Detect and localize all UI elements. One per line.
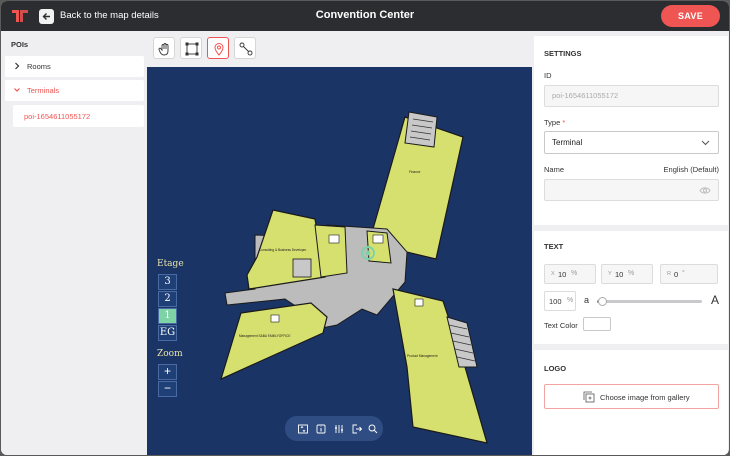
id-label: ID xyxy=(544,71,552,80)
text-title: TEXT xyxy=(544,242,564,251)
x-position-field[interactable]: X 10 % xyxy=(544,264,596,284)
sidebar-title: POIs xyxy=(11,40,29,49)
floor-button-2[interactable]: 2 xyxy=(158,291,177,307)
top-bar: Back to the map details Convention Cente… xyxy=(1,1,729,31)
floor-button-3[interactable]: 3 xyxy=(158,274,177,290)
zoom-out-button[interactable]: − xyxy=(158,381,177,397)
type-label: Type * xyxy=(544,118,566,127)
room-label: Management SABA FAMILYOFFICE xyxy=(239,334,291,338)
slider-thumb[interactable] xyxy=(598,297,607,306)
floor-plan-map[interactable]: Finance Consulting & Business Developm. … xyxy=(147,67,532,455)
page-title: Convention Center xyxy=(315,9,415,21)
name-label: Name xyxy=(544,165,565,174)
map-toolbar xyxy=(151,37,261,61)
area-tool-button[interactable] xyxy=(180,37,202,59)
big-a-label: A xyxy=(711,293,720,307)
type-select-value: Terminal xyxy=(552,138,583,147)
settings-title: SETTINGS xyxy=(544,49,582,58)
stair-core xyxy=(404,111,438,148)
route-icon xyxy=(239,42,253,56)
text-color-swatch[interactable] xyxy=(583,317,611,331)
id-field[interactable]: poi-1654611055172 xyxy=(544,85,719,107)
poi-sidebar: POIs Rooms Terminals poi-1654611055172 xyxy=(1,31,147,455)
settings-card: SETTINGS ID poi-1654611055172 Type * Ter… xyxy=(534,36,728,225)
hand-icon xyxy=(158,43,169,56)
zoom-in-button[interactable]: + xyxy=(158,364,177,380)
save-button[interactable]: SAVE xyxy=(661,5,720,27)
floor-button-1[interactable]: 1 xyxy=(158,308,177,324)
text-card: TEXT X 10 % Y 10 % R 0 ° 100 % a A Text … xyxy=(534,231,728,344)
pin-icon xyxy=(214,43,224,56)
floor-button-eg[interactable]: EG xyxy=(158,325,177,341)
select-area-icon xyxy=(185,42,199,56)
zoom-title: Zoom xyxy=(157,349,183,359)
poi-item-label: poi-1654611055172 xyxy=(24,112,91,121)
poi-group-terminals[interactable]: Terminals xyxy=(5,80,144,101)
restroom-icon[interactable] xyxy=(333,422,345,434)
room-center-a xyxy=(314,224,348,278)
pin-tool-button[interactable] xyxy=(207,37,229,59)
small-a-label: a xyxy=(584,295,590,305)
logo-title: LOGO xyxy=(544,364,567,373)
room-marketing xyxy=(220,302,328,381)
chevron-down-icon xyxy=(14,88,20,92)
route-tool-button[interactable] xyxy=(234,37,256,59)
chevron-right-icon xyxy=(15,62,20,70)
text-size-field[interactable]: 100 % xyxy=(544,291,576,311)
y-position-field[interactable]: Y 10 % xyxy=(601,264,653,284)
elevator-icon[interactable] xyxy=(297,422,309,434)
logo-card: LOGO Choose image from gallery xyxy=(534,350,728,455)
text-color-label: Text Color xyxy=(544,321,578,330)
room-label: Product Management xyxy=(407,354,438,358)
map-bottom-bar xyxy=(285,416,383,441)
choose-image-label: Choose image from gallery xyxy=(600,393,690,402)
room-label: Finance xyxy=(409,170,421,174)
search-icon[interactable] xyxy=(367,422,379,434)
rotation-field[interactable]: R 0 ° xyxy=(660,264,718,284)
name-field[interactable] xyxy=(544,179,719,201)
type-select[interactable]: Terminal xyxy=(544,131,719,154)
app-window: Back to the map details Convention Cente… xyxy=(1,1,729,455)
poi-list-item[interactable]: poi-1654611055172 xyxy=(13,105,144,127)
exit-icon[interactable] xyxy=(351,422,363,434)
choose-image-button[interactable]: Choose image from gallery xyxy=(544,384,719,409)
eye-icon[interactable] xyxy=(699,186,711,195)
info-icon[interactable] xyxy=(315,422,327,434)
poi-group-label: Rooms xyxy=(27,62,51,71)
chevron-down-icon xyxy=(701,140,710,146)
floor-plan: Finance Consulting & Business Developm. … xyxy=(220,111,488,444)
name-language[interactable]: English (Default) xyxy=(664,165,719,174)
floor-selector-title: Etage xyxy=(157,259,184,269)
poi-group-label: Terminals xyxy=(27,86,60,95)
room-label: Consulting & Business Developm. xyxy=(259,248,307,252)
poi-group-rooms[interactable]: Rooms xyxy=(5,56,144,77)
hand-tool-button[interactable] xyxy=(153,37,175,59)
text-size-slider[interactable] xyxy=(597,297,702,306)
image-gallery-icon xyxy=(583,391,595,403)
